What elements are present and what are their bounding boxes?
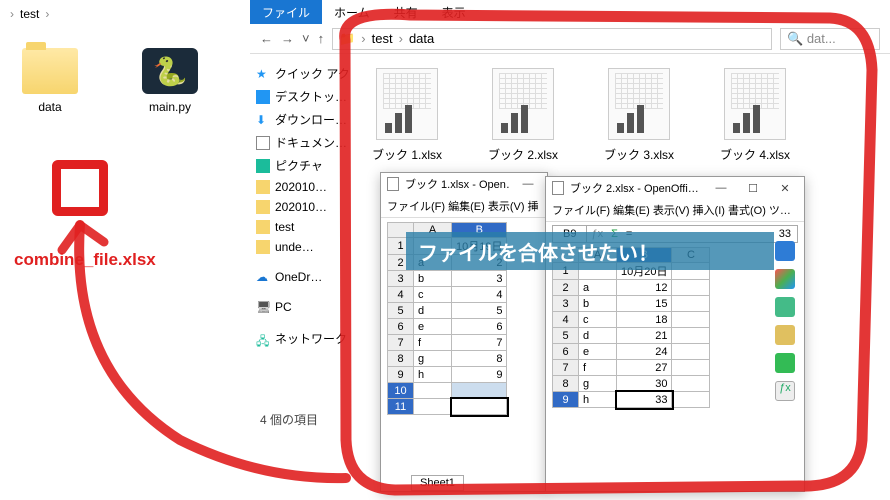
pc-icon: 🖥 — [256, 300, 270, 314]
back-button[interactable]: ← — [260, 31, 273, 46]
sidebar-quick-access[interactable]: ★クイック アクセ… — [256, 62, 349, 85]
sidebar-network[interactable]: 🖧ネットワーク — [256, 327, 349, 350]
ribbon-tab-share[interactable]: 共有 — [382, 0, 430, 24]
folder-icon: 📁 — [339, 31, 355, 47]
title-bar[interactable]: ブック 2.xlsx - OpenOffi… — ☐ ✕ — [546, 177, 804, 199]
sidebar-onedrive[interactable]: ☁OneDr… — [256, 267, 349, 287]
sidebar-item[interactable]: 202010… — [256, 197, 349, 217]
sidebar-item[interactable]: unde… — [256, 237, 349, 257]
chevron-icon: › — [45, 7, 49, 21]
xlsx-file[interactable]: ブック 3.xlsx — [595, 68, 683, 163]
address-bar[interactable]: 📁 › test › data — [332, 28, 772, 50]
document-icon — [552, 181, 564, 195]
chevron-icon: › — [10, 7, 14, 21]
sheet-tabs[interactable]: Sheet1 — [411, 477, 464, 489]
side-toolbar: ƒx — [772, 241, 798, 401]
file-grid: data 🐍 main.py — [0, 28, 250, 134]
xlsx-file[interactable]: ブック 1.xlsx — [363, 68, 451, 163]
document-icon — [387, 177, 399, 191]
annotation-box — [52, 160, 108, 216]
sidebar-item[interactable]: ドキュメン… — [256, 131, 349, 154]
folder-icon — [22, 48, 78, 94]
search-icon: 🔍 — [787, 31, 803, 46]
sidebar-item[interactable]: ⬇ダウンロー… — [256, 108, 349, 131]
xlsx-file[interactable]: ブック 2.xlsx — [479, 68, 567, 163]
tool-icon[interactable] — [775, 297, 795, 317]
ribbon: ファイル ホーム 共有 表示 — [250, 0, 890, 24]
minimize-button[interactable]: — — [708, 182, 734, 194]
sidebar-pc[interactable]: 🖥PC — [256, 297, 349, 317]
file-label: ブック 4.xlsx — [720, 148, 790, 162]
xlsx-icon — [492, 68, 554, 140]
menu-bar[interactable]: ファイル(F) 編集(E) 表示(V) 挿入(I) 書式(O) ツ… — [546, 199, 804, 222]
pictures-icon — [256, 159, 270, 173]
tool-icon[interactable] — [775, 353, 795, 373]
path-seg[interactable]: data — [409, 31, 434, 46]
file-label: ブック 2.xlsx — [488, 148, 558, 162]
file-label: main.py — [149, 100, 191, 114]
python-file-item[interactable]: 🐍 main.py — [130, 48, 210, 114]
spreadsheet-window-1: ブック 1.xlsx - Open… — ファイル(F) 編集(E) 表示(V)… — [380, 172, 548, 492]
sidebar-item[interactable]: ピクチャ — [256, 154, 349, 177]
tool-icon[interactable] — [775, 241, 795, 261]
window-title: ブック 2.xlsx - OpenOffi… — [570, 180, 702, 196]
xlsx-icon — [724, 68, 786, 140]
xlsx-icon — [608, 68, 670, 140]
sidebar-item[interactable]: 202010… — [256, 177, 349, 197]
download-icon: ⬇ — [256, 113, 270, 127]
title-bar[interactable]: ブック 1.xlsx - Open… — — [381, 173, 547, 195]
folder-item[interactable]: data — [10, 48, 90, 114]
sidebar-item[interactable]: test — [256, 217, 349, 237]
ribbon-tab-file[interactable]: ファイル — [250, 0, 322, 24]
crumb-item[interactable]: test — [20, 7, 39, 21]
star-icon: ★ — [256, 67, 270, 81]
search-input[interactable]: 🔍 dat... — [780, 28, 880, 50]
spreadsheet-grid[interactable]: ABC 110月20日 2a12 3b15 4c18 5d21 6e24 7f2… — [552, 247, 710, 408]
spreadsheet-window-2: ブック 2.xlsx - OpenOffi… — ☐ ✕ ファイル(F) 編集(… — [545, 176, 805, 492]
file-label: ブック 1.xlsx — [372, 148, 442, 162]
menu-bar[interactable]: ファイル(F) 編集(E) 表示(V) 挿 — [381, 195, 547, 218]
tool-icon[interactable] — [775, 269, 795, 289]
maximize-button[interactable]: ☐ — [740, 182, 766, 195]
folder-icon — [256, 220, 270, 234]
sidebar: ★クイック アクセ… デスクトッ… ⬇ダウンロー… ドキュメン… ピクチャ 20… — [250, 54, 355, 500]
desktop-icon — [256, 90, 270, 104]
forward-button[interactable]: → — [281, 31, 294, 46]
python-icon: 🐍 — [142, 48, 198, 94]
fx-tool-icon[interactable]: ƒx — [775, 381, 795, 401]
sidebar-item[interactable]: デスクトッ… — [256, 85, 349, 108]
file-label: ブック 3.xlsx — [604, 148, 674, 162]
ribbon-tab-view[interactable]: 表示 — [430, 0, 478, 24]
folder-icon — [256, 240, 270, 254]
ribbon-tab-home[interactable]: ホーム — [322, 0, 382, 24]
annotation-label: combine_file.xlsx — [14, 250, 156, 270]
up-button[interactable]: ↑ — [318, 31, 325, 46]
document-icon — [256, 136, 270, 150]
xlsx-file[interactable]: ブック 4.xlsx — [711, 68, 799, 163]
annotation-banner: ファイルを合体させたい！ — [406, 232, 774, 270]
status-bar: 4 個の項目 — [250, 407, 328, 432]
sheet-tab[interactable]: Sheet1 — [411, 475, 464, 491]
cloud-icon: ☁ — [256, 270, 270, 284]
xlsx-icon — [376, 68, 438, 140]
path-seg[interactable]: test — [372, 31, 393, 46]
tool-icon[interactable] — [775, 325, 795, 345]
window-title: ブック 1.xlsx - Open… — [405, 176, 509, 192]
folder-icon — [256, 200, 270, 214]
close-button[interactable]: ✕ — [772, 182, 798, 195]
breadcrumb[interactable]: › test › — [0, 0, 250, 28]
folder-icon — [256, 180, 270, 194]
network-icon: 🖧 — [256, 332, 270, 346]
minimize-button[interactable]: — — [515, 178, 541, 190]
history-button[interactable]: ˅ — [302, 31, 310, 46]
file-label: data — [38, 100, 61, 114]
nav-bar: ← → ˅ ↑ 📁 › test › data 🔍 dat... — [250, 24, 890, 54]
